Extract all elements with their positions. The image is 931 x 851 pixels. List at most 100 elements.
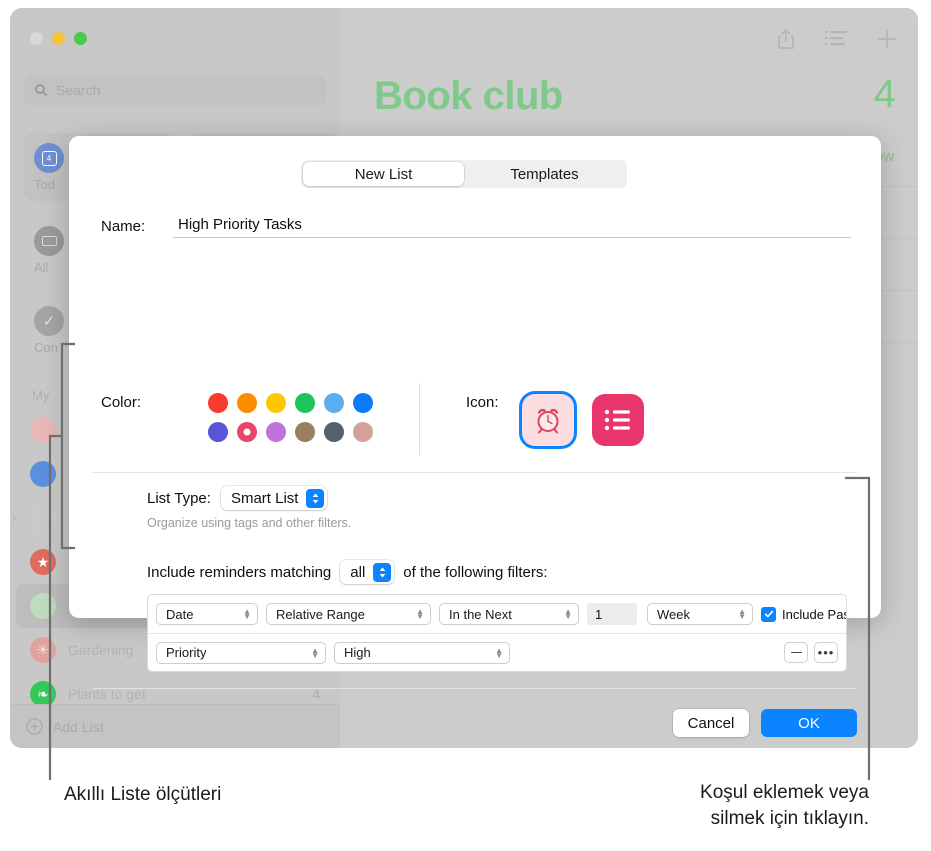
search-placeholder: Search (56, 82, 101, 98)
list-type-select[interactable]: Smart List (220, 486, 328, 510)
filters-list: Date ▲ ▼ Relative Range ▲ ▼ In the Next ▲ ▼… (147, 594, 847, 672)
check-icon: ✓ (34, 306, 64, 336)
home-icon (30, 461, 56, 487)
list-view-icon[interactable] (824, 30, 848, 48)
more-options-button[interactable]: ••• (814, 642, 838, 663)
color-swatches (203, 388, 377, 446)
list-type-hint: Organize using tags and other filters. (147, 516, 352, 530)
color-cell[interactable] (319, 417, 348, 446)
filter-qualifier-select[interactable]: In the Next ▲ ▼ (439, 603, 579, 625)
smart-card-label: Tod (34, 177, 55, 192)
name-row: Name: (101, 214, 851, 238)
minimize-button[interactable] (52, 32, 65, 45)
alarm-clock-icon[interactable] (522, 394, 574, 446)
list-type-label: List Type: (147, 489, 211, 507)
list-item-label: Gardening (68, 642, 134, 658)
color-cell[interactable] (261, 417, 290, 446)
page-count: 4 (873, 72, 896, 116)
screenshot-root: Search 4 Tod All ✓ Con My › ★ ☀ Gardenin… (0, 0, 931, 851)
chevron-updown-icon (306, 488, 325, 508)
filter-value-value: High (344, 645, 371, 660)
color-cell[interactable] (261, 388, 290, 417)
plus-circle-icon (26, 718, 43, 735)
caption-right: Koşul eklemek veya silmek için tıklayın. (700, 780, 869, 831)
color-cell[interactable] (290, 417, 319, 446)
filter-operator-select[interactable]: Relative Range ▲ ▼ (266, 603, 431, 625)
folder-icon (30, 505, 56, 531)
filter-unit-value: Week (657, 606, 690, 622)
color-cell[interactable] (232, 417, 261, 446)
include-past-label: Include Past... (782, 606, 846, 622)
filter-unit-select[interactable]: Week ▲ ▼ (647, 603, 753, 625)
chevron-updown-icon: ▲ ▼ (495, 645, 503, 660)
color-cell[interactable] (348, 417, 377, 446)
list-type-row: List Type: Smart List (147, 486, 328, 510)
maximize-button[interactable] (74, 32, 87, 45)
color-swatch-light-blue[interactable] (323, 392, 344, 413)
main-toolbar (776, 28, 898, 50)
tab-templates[interactable]: Templates (464, 162, 625, 186)
divider (93, 688, 857, 689)
list-type-value: Smart List (230, 489, 299, 507)
color-cell[interactable] (348, 388, 377, 417)
star-icon: ★ (30, 549, 56, 575)
include-suffix-label: of the following filters: (403, 563, 548, 581)
color-swatch-indigo[interactable] (207, 421, 228, 442)
divider (93, 472, 857, 473)
color-cell[interactable] (203, 417, 232, 446)
color-swatch-slate[interactable] (323, 421, 344, 442)
color-swatch-blue[interactable] (352, 392, 373, 413)
dialog-actions: Cancel OK (673, 709, 857, 737)
color-label: Color: (101, 394, 142, 411)
filter-row: Date ▲ ▼ Relative Range ▲ ▼ In the Next ▲ ▼… (148, 595, 846, 633)
name-input[interactable] (173, 214, 851, 238)
color-cell[interactable] (319, 388, 348, 417)
search-input[interactable]: Search (24, 75, 326, 105)
share-icon[interactable] (776, 28, 796, 50)
color-swatch-orange[interactable] (236, 392, 257, 413)
match-type-value: all (350, 563, 366, 581)
include-past-checkbox-group[interactable]: Include Past... (761, 606, 846, 622)
filter-amount-input[interactable]: 1 (587, 603, 637, 625)
close-button[interactable] (30, 32, 43, 45)
dialog-tabs: New List Templates (301, 160, 627, 188)
cancel-button[interactable]: Cancel (673, 709, 749, 737)
chevron-updown-icon: ▲ ▼ (311, 645, 319, 660)
color-swatch-brown[interactable] (294, 421, 315, 442)
color-swatch-red[interactable] (207, 392, 228, 413)
chevron-right-icon[interactable]: › (12, 510, 16, 525)
bulleted-list-icon[interactable] (592, 394, 644, 446)
color-swatch-yellow[interactable] (265, 392, 286, 413)
bulleted-list-glyph (604, 409, 630, 431)
include-matching-row: Include reminders matching all of the fo… (147, 560, 548, 584)
tab-new-list[interactable]: New List (303, 162, 464, 186)
color-cell[interactable] (203, 388, 232, 417)
window-traffic-lights (30, 32, 87, 45)
add-list-bar[interactable]: Add List (10, 704, 340, 748)
alarm-clock-glyph (537, 408, 559, 434)
filter-value-select[interactable]: High ▲ ▼ (334, 641, 510, 664)
filter-field-select[interactable]: Priority ▲ ▼ (156, 641, 326, 664)
color-cell[interactable] (232, 388, 261, 417)
name-label: Name: (101, 217, 146, 235)
caption-left: Akıllı Liste ölçütleri (64, 784, 222, 805)
color-cell[interactable] (290, 388, 319, 417)
remove-filter-button[interactable] (784, 642, 808, 663)
include-past-checkbox[interactable] (761, 606, 776, 622)
smart-row-label: All (34, 260, 49, 275)
smart-row-label: Con (34, 340, 58, 355)
plus-icon[interactable] (876, 28, 898, 50)
pin-icon (30, 417, 56, 443)
inbox-icon (34, 226, 64, 256)
color-swatch-pink-selected[interactable] (236, 421, 257, 442)
filter-field-select[interactable]: Date ▲ ▼ (156, 603, 258, 625)
color-swatch-green[interactable] (294, 392, 315, 413)
sun-icon: ☀ (30, 637, 56, 663)
ok-button[interactable]: OK (761, 709, 857, 737)
color-swatch-dusty-rose[interactable] (352, 421, 373, 442)
filter-field-value: Date (166, 606, 194, 622)
match-type-select[interactable]: all (340, 560, 395, 584)
chevron-updown-icon (373, 562, 392, 582)
add-list-label: Add List (53, 718, 104, 735)
color-swatch-purple[interactable] (265, 421, 286, 442)
